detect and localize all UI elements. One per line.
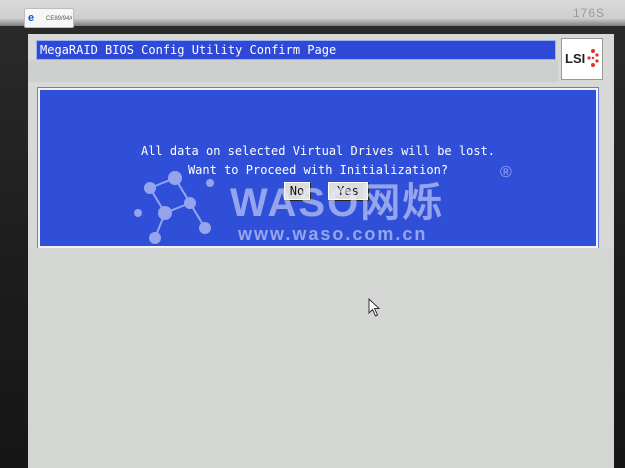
mouse-cursor-icon [368,298,381,317]
monitor-top-edge [0,0,625,26]
title-bar: MegaRAID BIOS Config Utility Confirm Pag… [36,40,556,60]
confirm-dialog: All data on selected Virtual Drives will… [38,88,598,248]
upper-panel [28,60,558,82]
sticker-text: CE89/94/CE/GS [46,16,72,22]
lower-panel [28,248,614,468]
yes-button[interactable]: Yes [328,182,368,200]
watermark-url: www.waso.com.cn [238,224,428,244]
monitor-model-label: 176S [572,6,605,20]
lsi-star-icon [587,49,599,67]
confirm-question: Want to Proceed with Initialization? [187,163,449,177]
page-title: MegaRAID BIOS Config Utility Confirm Pag… [40,43,337,57]
bios-screen: MegaRAID BIOS Config Utility Confirm Pag… [28,34,614,468]
lsi-logo-text: LSI [565,51,586,66]
warning-message: All data on selected Virtual Drives will… [140,144,495,158]
lsi-logo: LSI [561,38,603,80]
monitor-sticker: e CE89/94/CE/GS [24,8,74,28]
no-button[interactable]: No [284,182,310,200]
sticker-logo-icon: e [28,12,35,24]
